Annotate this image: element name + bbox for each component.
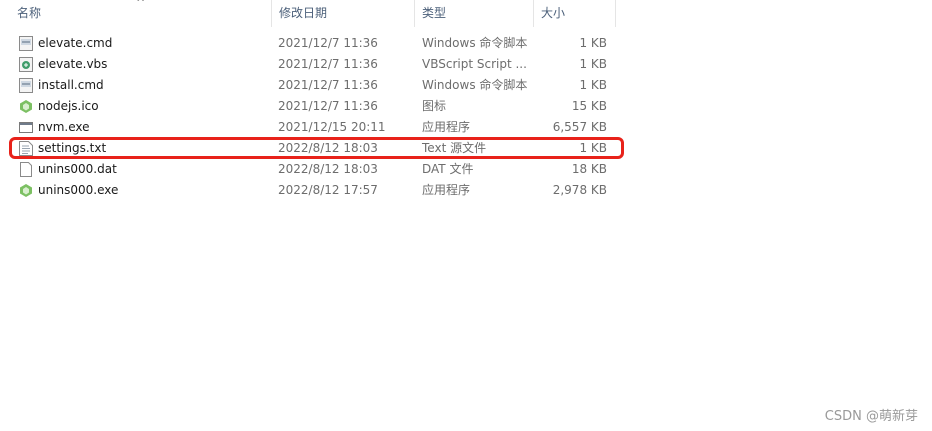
- file-size: 1 KB: [579, 78, 607, 92]
- file-type: 应用程序: [422, 183, 471, 197]
- file-name: install.cmd: [38, 78, 104, 92]
- exe-icon: [19, 120, 33, 135]
- file-type: 图标: [422, 99, 447, 113]
- nodejs-icon: [19, 183, 33, 198]
- column-header-size[interactable]: 大小: [534, 0, 616, 27]
- file-row[interactable]: elevate.cmd 2021/12/7 11:36 Windows 命令脚本…: [0, 33, 640, 54]
- file-size: 6,557 KB: [552, 120, 607, 134]
- file-row[interactable]: unins000.dat 2022/8/12 18:03 DAT 文件 18 K…: [0, 159, 640, 180]
- cmd-script-icon: [19, 78, 33, 93]
- file-row[interactable]: nodejs.ico 2021/12/7 11:36 图标 15 KB: [0, 96, 640, 117]
- column-header-size-label: 大小: [541, 6, 566, 20]
- column-header-date-label: 修改日期: [279, 6, 328, 20]
- file-name: elevate.vbs: [38, 57, 108, 71]
- file-size: 2,978 KB: [552, 183, 607, 197]
- file-date: 2022/8/12 18:03: [278, 162, 378, 176]
- file-size: 15 KB: [571, 99, 607, 113]
- watermark: CSDN @萌新芽: [824, 409, 918, 424]
- file-type: Windows 命令脚本: [422, 36, 528, 50]
- blank-file-icon: [19, 162, 33, 177]
- file-size: 1 KB: [579, 57, 607, 71]
- file-size: 18 KB: [571, 162, 607, 176]
- vbscript-icon: [19, 57, 33, 72]
- cmd-script-icon: [19, 36, 33, 51]
- file-type: DAT 文件: [422, 162, 474, 176]
- file-name: nodejs.ico: [38, 99, 99, 113]
- nodejs-icon: [19, 99, 33, 114]
- file-name: nvm.exe: [38, 120, 90, 134]
- file-list: elevate.cmd 2021/12/7 11:36 Windows 命令脚本…: [0, 33, 640, 201]
- sort-ascending-icon: ^: [136, 0, 146, 9]
- column-header: 名称 ^ 修改日期 类型 大小: [0, 0, 616, 27]
- file-type: Windows 命令脚本: [422, 78, 528, 92]
- file-date: 2021/12/15 20:11: [278, 120, 386, 134]
- file-date: 2022/8/12 17:57: [278, 183, 378, 197]
- file-type: 应用程序: [422, 120, 471, 134]
- file-type: VBScript Script ...: [422, 57, 527, 71]
- column-header-date[interactable]: 修改日期: [272, 0, 415, 27]
- column-header-type[interactable]: 类型: [415, 0, 534, 27]
- file-date: 2021/12/7 11:36: [278, 99, 378, 113]
- file-date: 2021/12/7 11:36: [278, 57, 378, 71]
- file-row[interactable]: elevate.vbs 2021/12/7 11:36 VBScript Scr…: [0, 54, 640, 75]
- column-header-type-label: 类型: [422, 6, 447, 20]
- file-date: 2021/12/7 11:36: [278, 36, 378, 50]
- file-name: unins000.dat: [38, 162, 117, 176]
- file-name: elevate.cmd: [38, 36, 113, 50]
- highlight-annotation-box: [9, 137, 624, 159]
- column-header-name-label: 名称: [17, 6, 42, 20]
- file-size: 1 KB: [579, 36, 607, 50]
- file-row[interactable]: nvm.exe 2021/12/15 20:11 应用程序 6,557 KB: [0, 117, 640, 138]
- file-date: 2021/12/7 11:36: [278, 78, 378, 92]
- file-row[interactable]: install.cmd 2021/12/7 11:36 Windows 命令脚本…: [0, 75, 640, 96]
- file-name: unins000.exe: [38, 183, 119, 197]
- file-row[interactable]: unins000.exe 2022/8/12 17:57 应用程序 2,978 …: [0, 180, 640, 201]
